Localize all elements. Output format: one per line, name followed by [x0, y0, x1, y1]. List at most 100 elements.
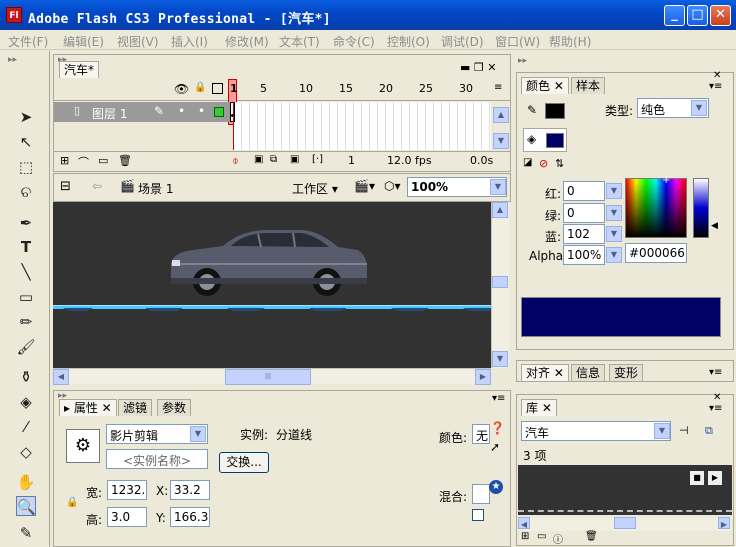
panel-close-icon[interactable]: ✕ — [713, 70, 721, 81]
blue-field[interactable]: 102 — [563, 224, 605, 244]
visibility-dot[interactable]: • — [178, 104, 185, 118]
brightness-slider[interactable] — [693, 178, 709, 238]
scene-name[interactable]: 场景 1 — [138, 180, 173, 197]
pencil-tool-icon[interactable]: ✏ — [16, 312, 36, 332]
scroll-thumb[interactable] — [614, 517, 636, 529]
rectangle-tool-icon[interactable]: ▭ — [16, 287, 36, 307]
onion-outline-icon[interactable]: ⧉ — [270, 154, 277, 165]
tab-swatches[interactable]: 样本 — [571, 77, 606, 94]
outline-icon[interactable] — [212, 83, 223, 94]
menu-edit[interactable]: 编辑(E) — [63, 33, 104, 50]
scroll-thumb[interactable] — [492, 276, 508, 288]
close-button[interactable]: ✕ — [710, 5, 731, 26]
library-document-select[interactable]: 汽车 — [521, 421, 671, 441]
red-field[interactable]: 0 — [563, 181, 605, 201]
stage[interactable] — [53, 202, 491, 368]
menu-help[interactable]: 帮助(H) — [549, 33, 591, 50]
scroll-up-icon[interactable]: ▲ — [492, 202, 508, 218]
new-folder-icon[interactable]: ▭ — [537, 531, 546, 542]
add-guide-icon[interactable]: ⌒ — [78, 154, 89, 170]
hex-field[interactable]: #000066 — [625, 243, 687, 263]
tab-properties[interactable]: ▸ 属性 ✕ — [59, 399, 117, 416]
green-dropdown-icon[interactable]: ▼ — [606, 205, 622, 221]
chevron-down-icon[interactable]: ▼ — [691, 100, 707, 116]
tab-parameters[interactable]: 参数 — [157, 399, 192, 416]
close-doc-icon[interactable]: ✕ — [487, 61, 496, 74]
eyedropper-tool-icon[interactable]: ⁄ — [16, 417, 36, 437]
line-tool-icon[interactable]: ╲ — [16, 262, 36, 282]
alpha-field[interactable]: 100% — [563, 245, 605, 265]
menu-control[interactable]: 控制(O) — [387, 33, 430, 50]
tab-align[interactable]: 对齐 ✕ — [521, 364, 569, 381]
minimize-button[interactable]: _ — [664, 5, 685, 26]
timeline-options-icon[interactable]: ≡ — [494, 82, 502, 93]
document-tab[interactable]: 汽车* — [59, 61, 100, 78]
width-field[interactable]: 1232.1 — [107, 480, 147, 500]
insert-folder-icon[interactable]: ▭ — [98, 154, 108, 167]
tab-library[interactable]: 库 ✕ — [521, 399, 557, 416]
help-icon[interactable]: ❓ — [490, 421, 505, 435]
accessibility-icon[interactable]: ★ — [489, 480, 503, 494]
edit-multiple-icon[interactable]: ▣ — [290, 154, 299, 165]
height-field[interactable]: 3.0 — [107, 507, 147, 527]
brightness-slider-arrow-icon[interactable]: ◀ — [711, 221, 718, 231]
maximize-button[interactable]: □ — [687, 5, 708, 26]
black-white-icon[interactable]: ◪ — [523, 157, 532, 168]
scroll-left-icon[interactable]: ◀ — [53, 369, 69, 385]
stage-vertical-scrollbar[interactable]: ▲ ▼ — [491, 202, 509, 368]
menu-view[interactable]: 视图(V) — [117, 33, 159, 50]
delete-item-icon[interactable]: 🗑 — [585, 531, 598, 542]
chevron-down-icon[interactable]: ▼ — [190, 426, 206, 442]
timeline-toggle-icon[interactable]: ⊟ — [60, 179, 71, 194]
swap-button[interactable]: 交换... — [219, 452, 269, 473]
library-properties-icon[interactable]: ⓘ — [553, 531, 563, 546]
selection-tool-icon[interactable]: ➤ — [16, 107, 36, 127]
text-tool-icon[interactable]: T — [16, 237, 36, 257]
minimize-doc-icon[interactable]: ▬ — [460, 61, 470, 74]
scroll-left-icon[interactable]: ◀ — [518, 517, 530, 529]
layer-outline-color[interactable] — [214, 107, 224, 117]
menu-file[interactable]: 文件(F) — [8, 33, 48, 50]
pen-tool-icon[interactable]: ✒ — [16, 213, 36, 233]
lock-dot[interactable]: • — [198, 104, 205, 118]
green-field[interactable]: 0 — [563, 203, 605, 223]
tab-color[interactable]: 颜色 ✕ — [521, 77, 569, 94]
lock-ratio-icon[interactable]: 🔒 — [66, 497, 78, 508]
menu-commands[interactable]: 命令(C) — [333, 33, 375, 50]
panel-close-icon[interactable]: ✕ — [713, 392, 721, 403]
color-effect-select[interactable]: 无 — [472, 424, 490, 444]
onion-skin-icon[interactable]: ▣ — [254, 154, 263, 165]
eye-icon[interactable]: 👁 — [174, 82, 189, 96]
free-transform-tool-icon[interactable]: ⬚ — [16, 157, 36, 177]
scroll-up-icon[interactable]: ▲ — [493, 107, 509, 123]
color-spectrum-picker[interactable]: + — [625, 175, 687, 238]
expand-icon[interactable]: ➚ — [490, 440, 500, 454]
zoom-dropdown-icon[interactable]: ▼ — [490, 179, 506, 195]
chevron-down-icon[interactable]: ▼ — [654, 423, 670, 439]
new-library-icon[interactable]: ⧉ — [705, 424, 713, 438]
tab-filters[interactable]: 滤镜 — [118, 399, 153, 416]
frames-grid[interactable] — [230, 102, 491, 150]
brush-tool-icon[interactable]: 🖌 — [16, 337, 36, 357]
scroll-thumb[interactable]: ||| — [225, 369, 311, 385]
swap-colors-icon[interactable]: ⇅ — [555, 157, 564, 170]
stroke-color-swatch[interactable] — [545, 103, 565, 119]
edit-scene-icon[interactable]: 🎬▾ — [354, 179, 375, 193]
fill-color-swatch[interactable] — [546, 133, 564, 148]
panel-collapse-icon[interactable]: ▸▸ — [518, 56, 527, 66]
play-icon[interactable]: ▶ — [708, 471, 722, 485]
panel-menu-icon[interactable]: ▾≡ — [709, 403, 722, 414]
menu-modify[interactable]: 修改(M) — [225, 33, 269, 50]
restore-doc-icon[interactable]: ❐ — [474, 61, 484, 74]
insert-layer-icon[interactable]: ⊞ — [60, 154, 69, 167]
panel-menu-icon[interactable]: ▾≡ — [709, 367, 722, 378]
stroke-color-icon[interactable]: ✎ — [16, 523, 36, 543]
instance-name-input[interactable]: <实例名称> — [106, 449, 208, 469]
panel-collapse-icon[interactable]: ▸▸ — [8, 55, 17, 65]
lock-icon[interactable]: 🔒 — [194, 82, 206, 93]
panel-menu-icon[interactable]: ▾≡ — [709, 81, 722, 92]
scroll-right-icon[interactable]: ▶ — [475, 369, 491, 385]
cache-bitmap-checkbox[interactable] — [472, 509, 484, 521]
workspace-menu[interactable]: 工作区 ▾ — [292, 180, 338, 197]
ink-bottle-tool-icon[interactable]: ⚱ — [16, 367, 36, 387]
